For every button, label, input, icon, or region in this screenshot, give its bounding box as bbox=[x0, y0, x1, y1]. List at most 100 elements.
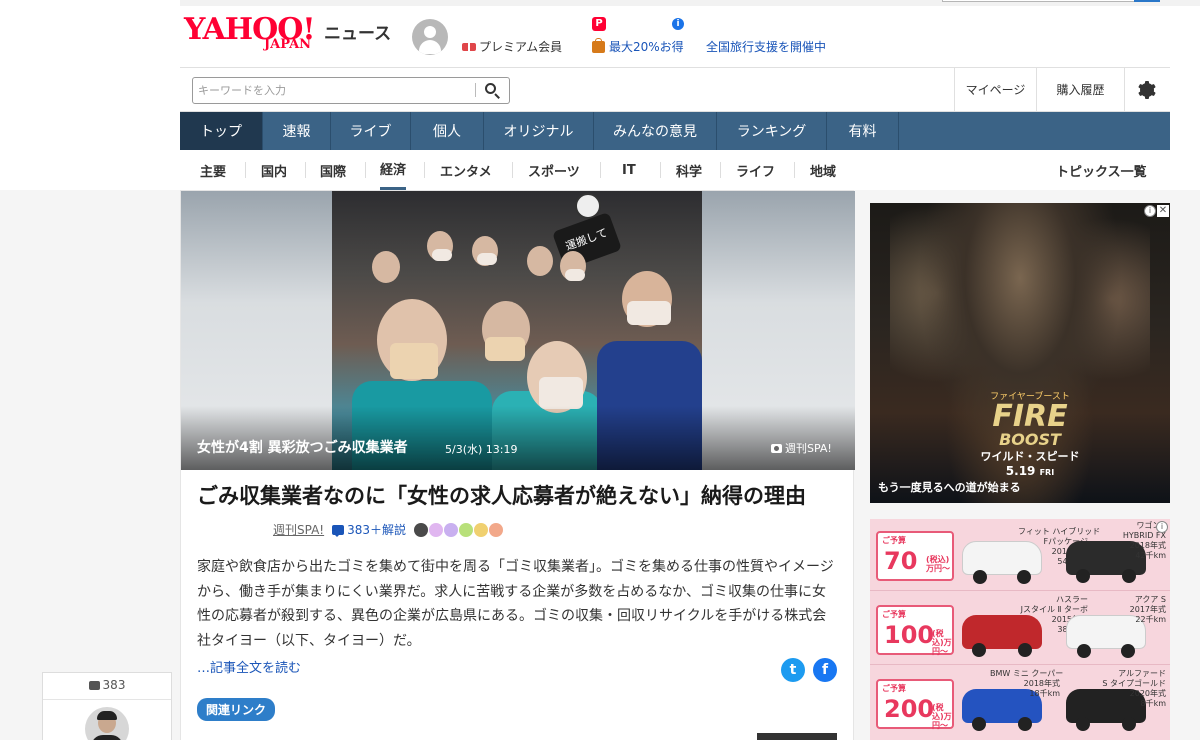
category-science[interactable]: 科学 bbox=[676, 150, 702, 190]
movie-release-day: FRI bbox=[1039, 468, 1055, 477]
gear-icon bbox=[1138, 81, 1156, 99]
article-summary: 家庭や飲食店から出たゴミを集めて街中を周る「ゴミ収集業者」。ゴミを集める仕事の性… bbox=[197, 559, 834, 649]
movie-subtitle: ワイルド・スピード bbox=[980, 450, 1080, 463]
ad-close-icon[interactable]: ✕ bbox=[1157, 205, 1169, 217]
category-sports[interactable]: スポーツ bbox=[528, 150, 580, 190]
category-life[interactable]: ライフ bbox=[736, 150, 775, 190]
floating-count-label: 383 bbox=[102, 678, 126, 692]
floating-comment-count[interactable]: 383 bbox=[43, 678, 171, 692]
budget-label: ご予算 bbox=[882, 536, 906, 545]
tab-individual[interactable]: 個人 bbox=[411, 112, 484, 150]
movie-ad[interactable]: ファイヤーブースト FIRE BOOST ワイルド・スピード 5.19 FRI … bbox=[870, 203, 1170, 503]
budget-price: 200 bbox=[884, 695, 935, 723]
ad-row-3: ご予算 200 (税込)万円〜 BMW ミニ クーパー 2018年式 18千km… bbox=[870, 667, 1170, 739]
paypay-icon: P bbox=[592, 17, 606, 31]
ribbon-icon bbox=[462, 41, 476, 53]
budget-unit: (税込)万円〜 bbox=[932, 629, 952, 656]
search-icon bbox=[485, 83, 496, 94]
search-divider bbox=[475, 83, 476, 97]
comment-icon bbox=[88, 680, 100, 690]
twitter-share-icon[interactable]: t bbox=[781, 658, 805, 682]
category-international[interactable]: 国際 bbox=[320, 150, 346, 190]
ad-info-icon[interactable]: i bbox=[1144, 205, 1156, 217]
movie-title-line2: BOOST bbox=[999, 430, 1061, 449]
movie-tagline: もう一度見るへの道が始まる bbox=[878, 481, 1021, 494]
category-domestic[interactable]: 国内 bbox=[261, 150, 287, 190]
article-card: 運搬して 女性が4割 異彩放つごみ収集業者 5/3(水) 13:19 週刊SPA… bbox=[180, 190, 855, 740]
shopping-bag-icon bbox=[592, 37, 605, 53]
tab-live[interactable]: ライブ bbox=[331, 112, 411, 150]
premium-label: プレミアム会員 bbox=[479, 40, 563, 54]
promo-discount-link[interactable]: 最大20%お得 bbox=[592, 37, 684, 55]
article-title[interactable]: ごみ収集業者なのに「女性の求人応募者が絶えない」納得の理由 bbox=[197, 480, 837, 512]
main-nav: トップ 速報 ライブ 個人 オリジナル みんなの意見 ランキング 有料 bbox=[180, 112, 1170, 150]
car-sales-ad[interactable]: ご予算 70 (税込)万円〜 フィット ハイブリッド Fパッケージ 2015年式… bbox=[870, 519, 1170, 740]
info-icon: i bbox=[672, 18, 684, 30]
comments-count: 383＋解説 bbox=[347, 523, 407, 537]
budget-price: 70 bbox=[884, 547, 918, 575]
article-source-link[interactable]: 週刊SPA! bbox=[273, 521, 324, 538]
floating-comment-box[interactable]: 383 bbox=[42, 672, 172, 740]
category-nav: 主要 国内 国際 経済 エンタメ スポーツ IT 科学 ライフ 地域 トピックス… bbox=[180, 150, 1170, 190]
tab-breaking[interactable]: 速報 bbox=[263, 112, 331, 150]
category-economy[interactable]: 経済 bbox=[380, 150, 407, 190]
travel-support-link[interactable]: 全国旅行支援を開催中 bbox=[706, 38, 826, 55]
hero-credit-label: 週刊SPA! bbox=[785, 442, 832, 455]
premium-link[interactable]: プレミアム会員 bbox=[462, 38, 562, 55]
section-title[interactable]: ニュース bbox=[324, 19, 391, 44]
read-full-article-link[interactable]: …記事全文を読む bbox=[197, 657, 301, 676]
category-it[interactable]: IT bbox=[622, 150, 636, 190]
movie-title-line1: FIRE bbox=[992, 399, 1068, 434]
budget-label: ご予算 bbox=[882, 610, 906, 619]
hero-caption-date: 5/3(水) 13:19 bbox=[445, 443, 518, 456]
hero-credit: 週刊SPA! bbox=[771, 440, 832, 456]
search-button[interactable] bbox=[483, 81, 503, 100]
comments-link[interactable]: 383＋解説 bbox=[332, 521, 406, 538]
mypage-link[interactable]: マイページ bbox=[954, 68, 1036, 111]
category-region[interactable]: 地域 bbox=[810, 150, 836, 190]
purchase-history-link[interactable]: 購入履歴 bbox=[1036, 68, 1124, 111]
budget-box-1: ご予算 70 (税込)万円〜 bbox=[876, 531, 954, 581]
hero-image[interactable]: 運搬して 女性が4割 異彩放つごみ収集業者 5/3(水) 13:19 週刊SPA… bbox=[181, 191, 855, 470]
movie-release-date: 5.19 bbox=[1005, 464, 1036, 478]
car-label: アクア S 2017年式 22千km bbox=[1129, 595, 1166, 624]
budget-unit: (税込)万円〜 bbox=[932, 703, 952, 730]
related-links-badge: 関連リンク bbox=[197, 698, 276, 721]
tab-opinions[interactable]: みんなの意見 bbox=[594, 112, 717, 150]
topics-list-link[interactable]: トピックス一覧 bbox=[1056, 150, 1147, 190]
category-main[interactable]: 主要 bbox=[200, 150, 226, 190]
top-strip bbox=[180, 0, 1200, 6]
camera-icon bbox=[771, 443, 782, 453]
tab-original[interactable]: オリジナル bbox=[484, 112, 594, 150]
ad-info-icon[interactable]: i bbox=[1156, 521, 1168, 533]
search-box bbox=[192, 77, 510, 104]
top-search-button-edge bbox=[1134, 0, 1160, 2]
category-entertainment[interactable]: エンタメ bbox=[440, 150, 492, 190]
ad-row-2: ご予算 100 (税込)万円〜 ハスラー Jスタイル Ⅱ ターボ 2015年式 … bbox=[870, 593, 1170, 665]
movie-title-block: ファイヤーブースト FIRE BOOST ワイルド・スピード 5.19 FRI bbox=[930, 389, 1130, 478]
commenter-avatar[interactable] bbox=[85, 707, 129, 740]
search-bar-row: マイページ 購入履歴 bbox=[180, 67, 1170, 112]
car-label: BMW ミニ クーパー 2018年式 18千km bbox=[990, 669, 1064, 698]
related-thumbnail[interactable] bbox=[757, 733, 837, 740]
logo-sub: JAPAN bbox=[264, 37, 312, 52]
user-avatar-icon[interactable] bbox=[412, 19, 448, 55]
ad-row-1: ご予算 70 (税込)万円〜 フィット ハイブリッド Fパッケージ 2015年式… bbox=[870, 519, 1170, 591]
promo-discount-label: 最大20%お得 bbox=[609, 40, 684, 54]
article-meta: 週刊SPA! 383＋解説 bbox=[273, 521, 504, 538]
top-search-edge bbox=[942, 0, 1160, 2]
budget-label: ご予算 bbox=[882, 684, 906, 693]
budget-unit: (税込)万円〜 bbox=[926, 555, 950, 573]
expert-avatars[interactable] bbox=[414, 522, 504, 537]
facebook-share-icon[interactable]: f bbox=[813, 658, 837, 682]
budget-price: 100 bbox=[884, 621, 935, 649]
tab-ranking[interactable]: ランキング bbox=[717, 112, 827, 150]
budget-box-2: ご予算 100 (税込)万円〜 bbox=[876, 605, 954, 656]
tab-paid[interactable]: 有料 bbox=[827, 112, 899, 150]
comment-icon bbox=[332, 524, 345, 537]
budget-box-3: ご予算 200 (税込)万円〜 bbox=[876, 679, 954, 730]
search-input[interactable] bbox=[198, 81, 468, 100]
tab-top[interactable]: トップ bbox=[180, 112, 263, 150]
yahoo-japan-logo[interactable]: YAHOO! JAPAN bbox=[184, 12, 324, 56]
hero-caption-title[interactable]: 女性が4割 異彩放つごみ収集業者 bbox=[197, 437, 408, 457]
